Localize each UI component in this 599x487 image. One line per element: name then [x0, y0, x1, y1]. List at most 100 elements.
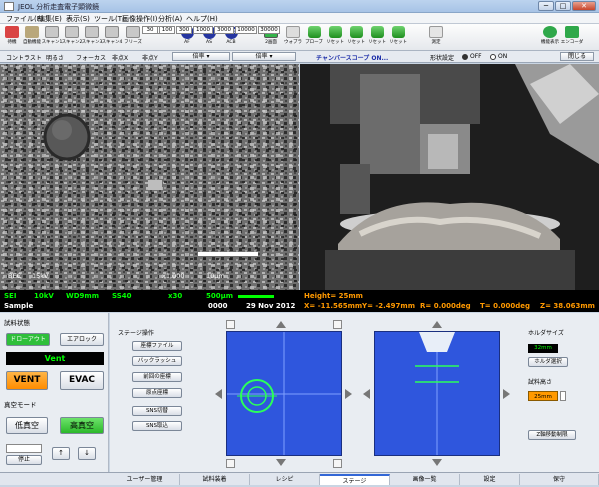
adjustment-row: コントラスト 明るさ フォーカス 非点X 非点Y 倍率 ▾ 倍率 ▾ チャンバー… — [0, 51, 599, 63]
z-down-arrow[interactable] — [432, 459, 442, 466]
encoder-button[interactable]: エンコーダ — [561, 26, 583, 45]
scan4-icon — [105, 26, 119, 38]
close-chamberscope-button[interactable]: 閉じる — [560, 52, 594, 61]
stage-side-view[interactable] — [374, 331, 500, 456]
function-display-button[interactable]: 機能表示 — [540, 26, 560, 45]
z-up-arrow[interactable] — [432, 321, 442, 328]
mag-preset[interactable]: 300 — [176, 26, 192, 34]
tab-recipe[interactable]: レシピ — [250, 474, 320, 485]
date-label: 29 Nov 2012 — [246, 302, 296, 310]
move-left-arrow[interactable] — [215, 389, 222, 399]
standby-icon — [5, 26, 19, 38]
probe-button[interactable]: プローブ — [304, 26, 324, 45]
off-radio[interactable] — [462, 54, 468, 60]
move-down-arrow[interactable] — [276, 459, 286, 466]
brightness-control[interactable]: 明るさ — [46, 53, 64, 62]
vent-button[interactable]: VENT — [6, 371, 48, 390]
menu-edit[interactable]: 編集(E) — [38, 14, 62, 24]
scan3-button[interactable]: スキャン3 — [82, 26, 102, 45]
high-vacuum-button[interactable]: 高真空 — [60, 417, 104, 434]
low-vacuum-button[interactable]: 低真空 — [6, 417, 48, 434]
reset-button-3[interactable]: リセット — [367, 26, 387, 45]
evac-button[interactable]: EVAC — [60, 371, 104, 390]
backlash-button[interactable]: バックラッシュ — [132, 356, 182, 366]
pressure-up-button[interactable]: ↑ — [52, 447, 70, 460]
freeze-button[interactable]: フリーズ — [123, 26, 143, 45]
z-axis-limit-button[interactable]: Z軸移動制限 — [528, 430, 576, 440]
title-bar: JEOL 分析走査電子顕微鏡 ─ □ ✕ — [0, 0, 599, 13]
sem-image-view[interactable]: BEC 15kV x1,000 10μm — [0, 64, 299, 290]
sns-capture-button[interactable]: SNS取込 — [132, 421, 182, 431]
stage-xy-map — [227, 332, 341, 455]
menu-tools[interactable]: ツール(T) — [94, 14, 125, 24]
mag-preset[interactable]: 1000 — [193, 26, 213, 34]
contrast-control[interactable]: コントラスト — [6, 53, 42, 62]
corner-se-icon[interactable] — [333, 459, 342, 468]
tab-settings[interactable]: 設定 — [460, 474, 520, 485]
rotate-cw-icon[interactable] — [333, 320, 342, 329]
auto-function-button[interactable]: 自動機能 — [22, 26, 42, 45]
mag-preset[interactable]: 30 — [142, 26, 158, 34]
shape-setting-label: 形状設定 — [430, 55, 455, 62]
corner-sw-icon[interactable] — [226, 459, 235, 468]
menu-bar: ファイル(F) 編集(E) 表示(S) ツール(T) 画像操作(I) 分析(A)… — [0, 13, 599, 24]
scan1-button[interactable]: スキャン1 — [42, 26, 62, 45]
stage-operation-heading: ステージ操作 — [118, 330, 154, 337]
mag-preset[interactable]: 3000 — [214, 26, 234, 34]
magnification-dropdown-2[interactable]: 倍率 ▾ — [232, 52, 296, 61]
scan3-icon — [85, 26, 99, 38]
stage-x: X= -11.565mm — [304, 302, 363, 310]
move-up-arrow[interactable] — [276, 321, 286, 328]
rotate-ccw-icon[interactable] — [226, 320, 235, 329]
draw-out-button[interactable]: ドローアウト — [6, 333, 50, 346]
coordinate-file-button[interactable]: 座標ファイル — [132, 341, 182, 351]
tab-user-management[interactable]: ユーザー管理 — [110, 474, 180, 485]
move-right-arrow[interactable] — [345, 389, 352, 399]
menu-view[interactable]: 表示(S) — [66, 14, 90, 24]
close-window-button[interactable]: ✕ — [572, 1, 596, 11]
sns-switch-button[interactable]: SNS切替 — [132, 406, 182, 416]
reset-button-2[interactable]: リセット — [346, 26, 366, 45]
tilt-right-arrow[interactable] — [503, 389, 510, 399]
pressure-down-button[interactable]: ↓ — [78, 447, 96, 460]
maximize-button[interactable]: □ — [555, 1, 571, 11]
holder-select-button[interactable]: ホルダ選択 — [528, 357, 568, 367]
stigma-y-control[interactable]: 非点Y — [142, 53, 158, 62]
on-radio[interactable] — [490, 54, 496, 60]
measure-button[interactable]: 測定 — [426, 26, 446, 45]
mag-preset[interactable]: 10000 — [235, 26, 257, 34]
wobbler-button[interactable]: ウォブラ — [283, 26, 303, 45]
mag-preset[interactable]: 100 — [159, 26, 175, 34]
tab-sample-mounting[interactable]: 試料装着 — [180, 474, 250, 485]
reset-button-1[interactable]: リセット — [325, 26, 345, 45]
vacuum-mode-heading: 真空モード — [4, 401, 37, 409]
menu-help[interactable]: ヘルプ(H) — [186, 14, 218, 24]
stigma-x-control[interactable]: 非点X — [112, 53, 128, 62]
menu-analysis[interactable]: 分析(A) — [158, 14, 182, 24]
focus-control[interactable]: フォーカス — [76, 53, 106, 62]
scan1-icon — [45, 26, 59, 38]
tab-maintenance[interactable]: 保守 — [520, 474, 599, 485]
standby-button[interactable]: 待機 — [2, 26, 22, 45]
scan4-button[interactable]: スキャン4 — [102, 26, 122, 45]
scan2-button[interactable]: スキャン2 — [62, 26, 82, 45]
magnification-dropdown[interactable]: 倍率 ▾ — [172, 52, 230, 61]
sample-height-spinner[interactable] — [560, 391, 566, 401]
chamber-camera-image — [300, 64, 599, 290]
probe-icon — [307, 26, 321, 38]
previous-coordinate-button[interactable]: 前回の座標 — [132, 372, 182, 382]
sample-height-input[interactable]: 25mm — [528, 391, 558, 401]
minimize-button[interactable]: ─ — [538, 1, 554, 11]
origin-coordinate-button[interactable]: 原点座標 — [132, 388, 182, 398]
stop-button[interactable]: 停止 — [6, 455, 42, 465]
reset-button-4[interactable]: リセット — [388, 26, 408, 45]
airlock-button[interactable]: エアロック — [60, 333, 104, 346]
sem-mag-label: x1,000 — [162, 272, 185, 280]
tab-stage[interactable]: ステージ — [320, 474, 390, 485]
pressure-field[interactable] — [6, 444, 42, 453]
mag-preset[interactable]: 30000 — [258, 26, 280, 34]
menu-image[interactable]: 画像操作(I) — [122, 14, 158, 24]
tilt-left-arrow[interactable] — [363, 389, 370, 399]
stage-top-view[interactable] — [226, 331, 342, 456]
tab-image-list[interactable]: 画像一覧 — [390, 474, 460, 485]
